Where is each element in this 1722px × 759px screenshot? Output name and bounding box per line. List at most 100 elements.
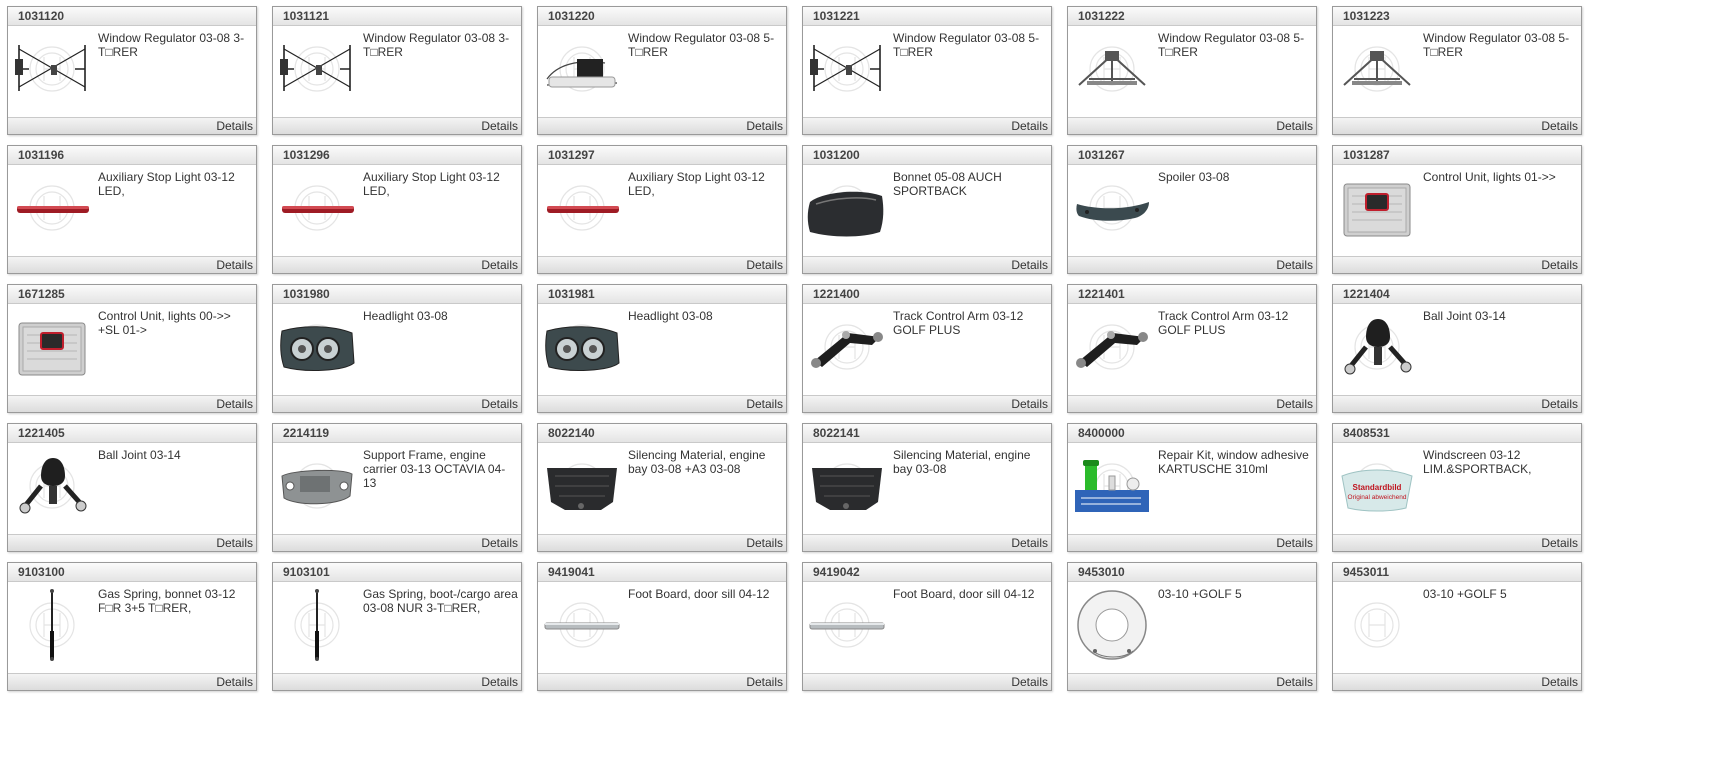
- product-image[interactable]: Standardbild Original abweichend: [1336, 446, 1418, 526]
- product-card[interactable]: 2214119 Support Frame, engine carrier 03-…: [272, 423, 522, 552]
- details-link[interactable]: Details: [273, 256, 521, 273]
- details-link[interactable]: Details: [8, 256, 256, 273]
- product-card[interactable]: 9419041 Foot Board, door sill 04-12 Detail…: [537, 562, 787, 691]
- product-image[interactable]: [1336, 307, 1418, 387]
- details-link[interactable]: Details: [803, 395, 1051, 412]
- product-card[interactable]: 1031296 Auxiliary Stop Light 03-12 LED, De…: [272, 145, 522, 274]
- product-card[interactable]: 9103100 Gas Spring, bonnet 03-12 F□R 3+5 …: [7, 562, 257, 691]
- control-unit-icon: [18, 322, 86, 376]
- product-card[interactable]: 1031220 Window Regulator 03-08 5-T□RER Det…: [537, 6, 787, 135]
- product-image[interactable]: [276, 29, 358, 109]
- details-link[interactable]: Details: [8, 534, 256, 551]
- details-link[interactable]: Details: [273, 117, 521, 134]
- product-image[interactable]: [806, 307, 888, 387]
- details-link[interactable]: Details: [803, 673, 1051, 690]
- product-title: Windscreen 03-12 LIM.&SPORTBACK,: [1423, 448, 1532, 476]
- product-card[interactable]: 8408531 Standardbild Original abweichend Wi…: [1332, 423, 1582, 552]
- product-card[interactable]: 8400000 Repair Kit, window adhesive KARTU…: [1067, 423, 1317, 552]
- details-link[interactable]: Details: [1068, 395, 1316, 412]
- splash-guard-icon: [1077, 590, 1147, 660]
- product-card[interactable]: 9103101 Gas Spring, boot-/cargo area 03-0…: [272, 562, 522, 691]
- control-arm-icon: [1076, 324, 1148, 370]
- details-link[interactable]: Details: [273, 534, 521, 551]
- product-image[interactable]: [1336, 29, 1418, 109]
- product-image[interactable]: [541, 307, 623, 387]
- details-link[interactable]: Details: [1068, 534, 1316, 551]
- product-card[interactable]: 8022141 Silencing Material, engine bay 03…: [802, 423, 1052, 552]
- product-image[interactable]: [11, 585, 93, 665]
- product-card[interactable]: 9453010 03-10 +GOLF 5 Details: [1067, 562, 1317, 691]
- details-link[interactable]: Details: [1333, 256, 1581, 273]
- product-image[interactable]: [806, 168, 888, 248]
- product-card[interactable]: 1031267 Spoiler 03-08 Details: [1067, 145, 1317, 274]
- product-card[interactable]: 1031121 Window Regulator 03-08 3-T□RER Det…: [272, 6, 522, 135]
- product-image[interactable]: [1071, 29, 1153, 109]
- details-link[interactable]: Details: [8, 395, 256, 412]
- product-image[interactable]: [541, 585, 623, 665]
- product-image[interactable]: [276, 168, 358, 248]
- product-image[interactable]: [1336, 168, 1418, 248]
- product-card[interactable]: 1671285 Control Unit, lights 00->> +SL 01…: [7, 284, 257, 413]
- product-card[interactable]: 1031981 Headlight 03-08 Details: [537, 284, 787, 413]
- product-image[interactable]: [1336, 585, 1418, 665]
- details-link[interactable]: Details: [538, 395, 786, 412]
- placeholder-line-2: Original abweichend: [1348, 494, 1407, 501]
- details-link[interactable]: Details: [8, 673, 256, 690]
- product-number: 1221401: [1068, 285, 1316, 304]
- details-link[interactable]: Details: [803, 256, 1051, 273]
- product-image[interactable]: [1071, 168, 1153, 248]
- details-link[interactable]: Details: [273, 673, 521, 690]
- details-link[interactable]: Details: [803, 534, 1051, 551]
- product-card[interactable]: 8022140 Silencing Material, engine bay 03…: [537, 423, 787, 552]
- product-image[interactable]: [276, 446, 358, 526]
- product-image[interactable]: [806, 446, 888, 526]
- product-card[interactable]: 1221405 Ball Joint 03-14 Details: [7, 423, 257, 552]
- product-image[interactable]: [1071, 446, 1153, 526]
- product-card[interactable]: 1031221 Window Regulator 03-08 5-T□RER Det…: [802, 6, 1052, 135]
- details-link[interactable]: Details: [538, 117, 786, 134]
- product-image[interactable]: [806, 29, 888, 109]
- details-link[interactable]: Details: [1068, 673, 1316, 690]
- product-image[interactable]: [276, 585, 358, 665]
- details-link[interactable]: Details: [538, 673, 786, 690]
- product-card[interactable]: 1221401 Track Control Arm 03-12 GOLF PLUS…: [1067, 284, 1317, 413]
- details-link[interactable]: Details: [1068, 117, 1316, 134]
- details-link[interactable]: Details: [1333, 534, 1581, 551]
- product-title: Window Regulator 03-08 5-T□RER: [628, 31, 775, 59]
- product-image[interactable]: [806, 585, 888, 665]
- product-card[interactable]: 9453011 03-10 +GOLF 5 Details: [1332, 562, 1582, 691]
- product-image[interactable]: [541, 168, 623, 248]
- product-card[interactable]: 1031287 Control Unit, lights 01->> Details: [1332, 145, 1582, 274]
- product-image[interactable]: [1071, 585, 1153, 665]
- details-link[interactable]: Details: [1333, 673, 1581, 690]
- product-image[interactable]: [1071, 307, 1153, 387]
- product-card[interactable]: 1031200 Bonnet 05-08 AUCH SPORTBACK Detail…: [802, 145, 1052, 274]
- details-link[interactable]: Details: [1333, 117, 1581, 134]
- product-number: 9103100: [8, 563, 256, 582]
- product-card[interactable]: 1031297 Auxiliary Stop Light 03-12 LED, De…: [537, 145, 787, 274]
- product-card[interactable]: 1031222 Window Regulator 03-08 5-T□RER Det…: [1067, 6, 1317, 135]
- product-image[interactable]: [11, 168, 93, 248]
- details-link[interactable]: Details: [273, 395, 521, 412]
- details-link[interactable]: Details: [8, 117, 256, 134]
- product-card[interactable]: 9419042 Foot Board, door sill 04-12 Detail…: [802, 562, 1052, 691]
- product-card[interactable]: 1031120 Window Regulator 03-08 3-T□RER Det…: [7, 6, 257, 135]
- product-image[interactable]: [11, 29, 93, 109]
- details-link[interactable]: Details: [538, 534, 786, 551]
- product-card[interactable]: 1031980 Headlight 03-08 Details: [272, 284, 522, 413]
- product-image[interactable]: [11, 446, 93, 526]
- details-link[interactable]: Details: [1333, 395, 1581, 412]
- product-title: Window Regulator 03-08 3-T□RER: [363, 31, 510, 59]
- product-image[interactable]: [11, 307, 93, 387]
- details-link[interactable]: Details: [538, 256, 786, 273]
- product-card[interactable]: 1221400 Track Control Arm 03-12 GOLF PLUS…: [802, 284, 1052, 413]
- product-title: Silencing Material, engine bay 03-08 +A3…: [628, 448, 766, 476]
- product-image[interactable]: [276, 307, 358, 387]
- details-link[interactable]: Details: [1068, 256, 1316, 273]
- product-card[interactable]: 1221404 Ball Joint 03-14 Details: [1332, 284, 1582, 413]
- product-image[interactable]: [541, 29, 623, 109]
- product-card[interactable]: 1031223 Window Regulator 03-08 5-T□RER Det…: [1332, 6, 1582, 135]
- details-link[interactable]: Details: [803, 117, 1051, 134]
- product-image[interactable]: [541, 446, 623, 526]
- product-card[interactable]: 1031196 Auxiliary Stop Light 03-12 LED, De…: [7, 145, 257, 274]
